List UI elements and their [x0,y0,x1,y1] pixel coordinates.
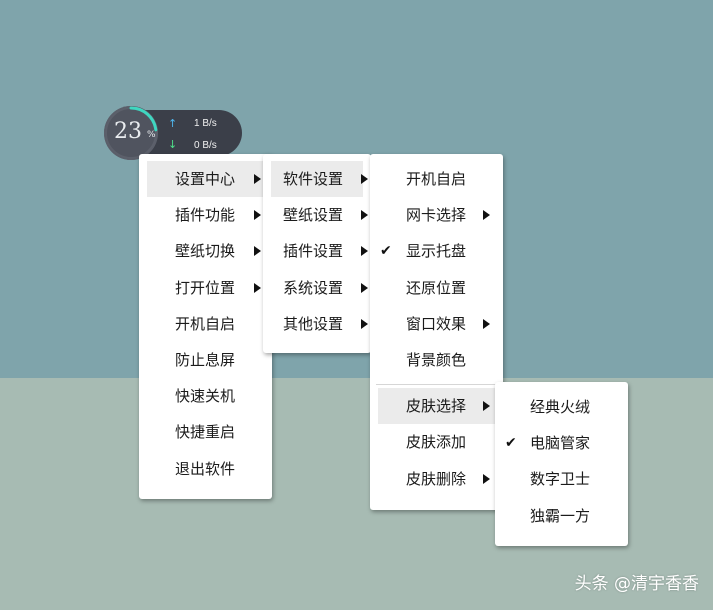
submenu-arrow-icon [254,282,261,293]
menu-item-skin-add[interactable]: 皮肤添加 [370,424,503,460]
menu-item-skin-select[interactable]: 皮肤选择 [378,388,495,425]
menu-item-label: 系统设置 [283,278,344,297]
menu-item-label: 插件功能 [175,206,236,225]
menu-item-label: 软件设置 [283,170,344,188]
submenu-arrow-icon [254,246,261,257]
menu-item-nic-select[interactable]: 网卡选择 [370,197,503,233]
menu-item-label: 打开位置 [175,278,236,297]
menu-item-skin-classic-huorong[interactable]: 经典火绒 [495,389,628,425]
menu-item-autostart[interactable]: 开机自启 [139,306,272,342]
menu-item-label: 插件设置 [283,242,344,261]
menu-item-prevent-sleep[interactable]: 防止息屏 [139,342,272,378]
cpu-usage-ring: 23 % [104,106,158,160]
menu-item-label: 其他设置 [283,314,344,333]
menu-item-label: 显示托盘 [406,242,467,261]
menu-item-quick-shutdown[interactable]: 快速关机 [139,378,272,414]
submenu-software-settings: 开机自启 网卡选择 ✔ 显示托盘 还原位置 窗口效果 背景颜色 皮肤选择 皮肤添… [370,154,503,510]
menu-item-label: 开机自启 [406,170,467,188]
menu-item-label: 经典火绒 [530,398,591,416]
menu-item-show-tray[interactable]: ✔ 显示托盘 [370,233,503,269]
menu-item-label: 还原位置 [406,278,467,297]
menu-item-plugin-functions[interactable]: 插件功能 [139,197,272,233]
submenu-settings-center: 软件设置 壁纸设置 插件设置 系统设置 其他设置 [263,154,371,353]
upload-speed: 1 B/s [194,118,217,129]
menu-item-autostart-option[interactable]: 开机自启 [370,161,503,197]
menu-separator [376,384,497,386]
submenu-arrow-icon [483,210,490,221]
submenu-arrow-icon [361,174,368,184]
menu-item-skin-digital-guard[interactable]: 数字卫士 [495,461,628,497]
menu-item-label: 壁纸切换 [175,242,236,261]
menu-item-wallpaper-settings[interactable]: 壁纸设置 [263,197,371,233]
menu-item-other-settings[interactable]: 其他设置 [263,306,371,342]
menu-item-label: 皮肤删除 [406,469,467,488]
submenu-arrow-icon [254,210,261,221]
cpu-percent-sign: % [147,130,156,140]
submenu-arrow-icon [361,246,368,257]
menu-item-window-effect[interactable]: 窗口效果 [370,306,503,342]
submenu-skin-select: 经典火绒 ✔ 电脑管家 数字卫士 独霸一方 [495,382,628,546]
menu-item-open-location[interactable]: 打开位置 [139,270,272,306]
menu-item-label: 数字卫士 [530,470,591,489]
menu-item-label: 网卡选择 [406,206,467,225]
submenu-arrow-icon [361,210,368,221]
submenu-arrow-icon [361,282,368,293]
menu-item-label: 背景颜色 [406,350,467,369]
upload-arrow-icon: ↑ [168,117,178,130]
menu-item-exit[interactable]: 退出软件 [139,451,272,487]
submenu-arrow-icon [483,318,490,329]
menu-item-label: 壁纸设置 [283,206,344,225]
submenu-arrow-icon [483,473,490,484]
download-speed: 0 B/s [194,140,217,151]
menu-item-label: 设置中心 [175,170,236,188]
menu-item-label: 快捷重启 [175,423,236,442]
menu-item-skin-dominate[interactable]: 独霸一方 [495,498,628,534]
menu-item-wallpaper-switch[interactable]: 壁纸切换 [139,233,272,269]
menu-item-background-color[interactable]: 背景颜色 [370,342,503,378]
menu-item-label: 皮肤选择 [406,397,467,416]
menu-item-label: 独霸一方 [530,506,591,525]
watermark: 头条 @清宇香香 [574,574,699,594]
menu-item-label: 防止息屏 [175,350,236,369]
menu-item-quick-restart[interactable]: 快捷重启 [139,414,272,450]
menu-item-label: 皮肤添加 [406,433,467,452]
menu-item-plugin-settings[interactable]: 插件设置 [263,233,371,269]
menu-item-label: 退出软件 [175,459,236,478]
menu-item-label: 开机自启 [175,314,236,333]
menu-item-system-settings[interactable]: 系统设置 [263,270,371,306]
download-arrow-icon: ↓ [168,138,178,151]
submenu-arrow-icon [361,318,368,329]
submenu-arrow-icon [483,401,490,412]
menu-item-skin-delete[interactable]: 皮肤删除 [370,461,503,497]
menu-item-label: 快速关机 [175,387,236,406]
menu-item-software-settings[interactable]: 软件设置 [271,161,368,198]
submenu-arrow-icon [254,174,261,184]
menu-item-restore-position[interactable]: 还原位置 [370,270,503,306]
menu-item-label: 电脑管家 [530,434,591,453]
menu-item-settings-center[interactable]: 设置中心 [147,161,264,198]
checkmark-icon: ✔ [505,435,517,452]
menu-item-label: 窗口效果 [406,314,467,333]
checkmark-icon: ✔ [380,243,392,260]
context-menu-main: 设置中心 插件功能 壁纸切换 打开位置 开机自启 防止息屏 快速关机 快捷重启 … [139,154,272,499]
cpu-percent-value: 23 [114,119,142,144]
menu-item-skin-pc-manager[interactable]: ✔ 电脑管家 [495,425,628,461]
